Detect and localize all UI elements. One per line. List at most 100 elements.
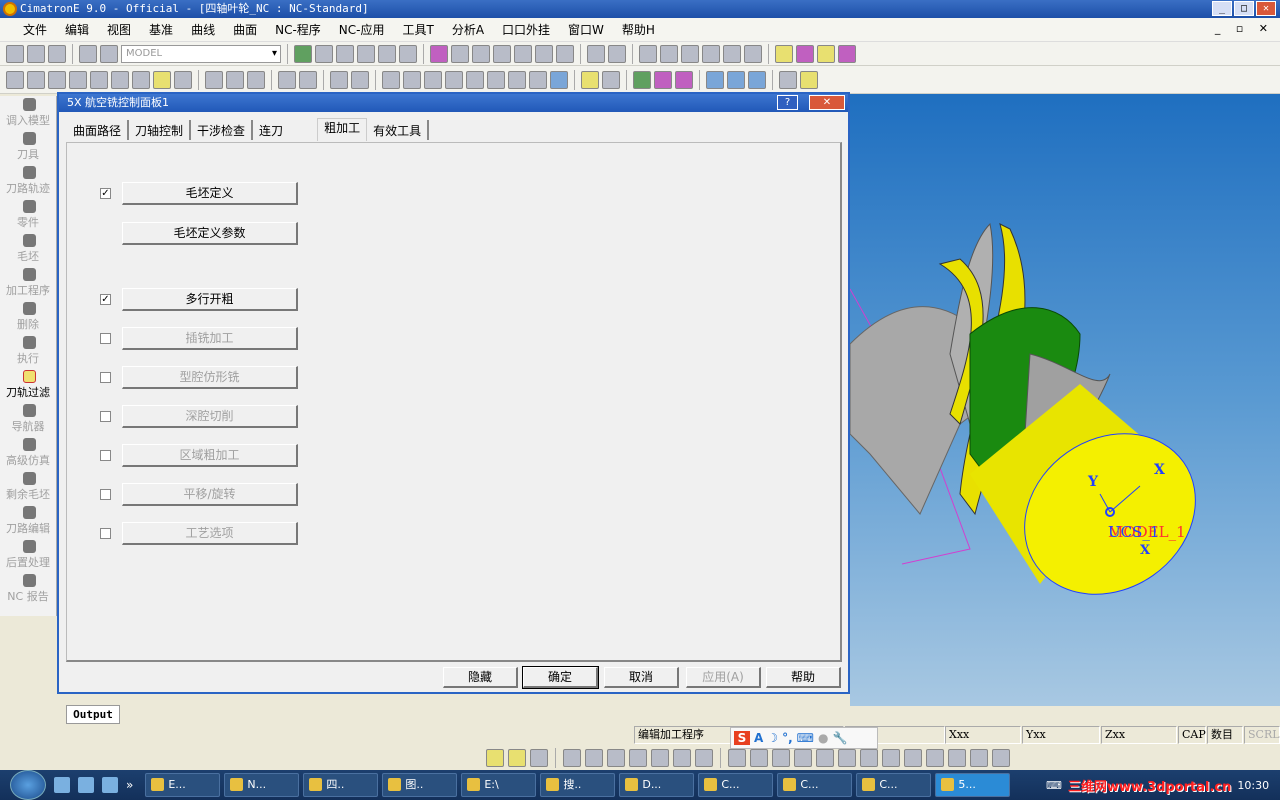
tab-links[interactable]: 连刀 [253, 120, 317, 140]
tab-utilities[interactable]: 有效工具 [367, 120, 430, 140]
open-icon[interactable] [27, 44, 45, 63]
material-icon[interactable] [796, 44, 814, 63]
taskbar-item[interactable]: N... [224, 773, 300, 797]
sidebar-item-toolpath-filter[interactable]: 刀轨过滤 [0, 368, 56, 402]
pan-icon[interactable] [378, 44, 396, 63]
surface-icon[interactable] [633, 70, 651, 89]
axis1-icon[interactable] [706, 70, 724, 89]
taskbar-item[interactable]: 四.. [303, 773, 379, 797]
sidebar-item-stock[interactable]: 毛坯 [0, 232, 56, 266]
zoom-fit-icon[interactable] [294, 44, 312, 63]
sidebar-item-nc-report[interactable]: NC 报告 [0, 572, 56, 606]
delete-pick-icon[interactable] [247, 70, 265, 89]
ok-button[interactable]: 确定 [522, 666, 599, 689]
sidebar-item-toolpath[interactable]: 刀路轨迹 [0, 164, 56, 198]
menu-nc-apply[interactable]: NC-应用 [330, 21, 394, 38]
view-bottom-icon[interactable] [514, 44, 532, 63]
sidebar-item-toolpath-edit[interactable]: 刀路编辑 [0, 504, 56, 538]
translate-rotate-checkbox[interactable] [100, 488, 111, 500]
area-roughing-checkbox[interactable] [100, 449, 111, 461]
model-combo[interactable]: MODEL [121, 44, 281, 63]
hide-icon[interactable] [530, 749, 548, 767]
sidebar-item-part[interactable]: 零件 [0, 198, 56, 232]
solid-icon[interactable] [654, 70, 672, 89]
snap-face-icon[interactable] [816, 749, 834, 767]
hidden-icon[interactable] [681, 44, 699, 63]
snap-cursor-icon[interactable] [926, 749, 944, 767]
sogou-icon[interactable]: S [734, 731, 750, 745]
moon-icon[interactable]: ☽ [767, 731, 778, 745]
punctuation-icon[interactable]: °, [782, 731, 793, 745]
menu-file[interactable]: 文件 [14, 21, 56, 38]
bulb-icon[interactable] [486, 749, 504, 767]
close-button[interactable]: ✕ [1256, 1, 1276, 16]
view-front-icon[interactable] [451, 44, 469, 63]
rotate-icon[interactable] [399, 44, 417, 63]
snap-intersect-icon[interactable] [838, 749, 856, 767]
multi-pass-roughing-button[interactable]: 多行开粗 [122, 287, 298, 311]
wire-icon[interactable] [660, 44, 678, 63]
dialog-close-button[interactable]: ✕ [809, 95, 845, 110]
color-icon[interactable] [775, 44, 793, 63]
media-quicklaunch-icon[interactable] [102, 777, 118, 793]
sets-icon[interactable] [817, 44, 835, 63]
sketch-icon[interactable] [581, 70, 599, 89]
object-icon[interactable] [651, 749, 669, 767]
sidebar-item-tool[interactable]: 刀具 [0, 130, 56, 164]
measure-icon[interactable] [330, 70, 348, 89]
nc-grid-icon[interactable] [174, 70, 192, 89]
view-left-icon[interactable] [535, 44, 553, 63]
menu-help[interactable]: 帮助H [613, 21, 664, 38]
attributes-icon[interactable] [838, 44, 856, 63]
help-button[interactable]: 帮助 [766, 667, 841, 688]
stock-definition-params-button[interactable]: 毛坯定义参数 [122, 221, 298, 245]
cube-table-icon[interactable] [695, 749, 713, 767]
bulb2-icon[interactable] [508, 749, 526, 767]
funnel-icon[interactable] [351, 70, 369, 89]
layer-icon[interactable] [79, 44, 97, 63]
taskbar-item[interactable]: C... [777, 773, 853, 797]
taskbar-item[interactable]: C... [698, 773, 774, 797]
minimize-button[interactable]: _ [1212, 1, 1232, 16]
menu-edit[interactable]: 编辑 [56, 21, 98, 38]
sidebar-item-load-model[interactable]: 调入模型 [0, 96, 56, 130]
snap-point-icon[interactable] [882, 749, 900, 767]
paint-icon[interactable] [800, 70, 818, 89]
menu-curve[interactable]: 曲线 [182, 21, 224, 38]
stock-definition-checkbox[interactable]: ✓ [100, 187, 111, 199]
menu-datum[interactable]: 基准 [140, 21, 182, 38]
nc-circle-icon[interactable] [90, 70, 108, 89]
nc-folder-icon[interactable] [153, 70, 171, 89]
quicklaunch-more[interactable]: » [126, 778, 133, 792]
start-button[interactable] [10, 770, 46, 800]
curve2-icon[interactable] [403, 70, 421, 89]
wrench-icon[interactable]: 🔧 [832, 731, 847, 745]
nc-calc-icon[interactable] [27, 70, 45, 89]
snap-curve-icon[interactable] [794, 749, 812, 767]
plunge-milling-checkbox[interactable] [100, 332, 111, 344]
multi-pass-roughing-checkbox[interactable]: ✓ [100, 293, 111, 305]
curve5-icon[interactable] [466, 70, 484, 89]
menu-plugins[interactable]: 口口外挂 [493, 21, 559, 38]
snap-axes-icon[interactable] [904, 749, 922, 767]
snap-box-icon[interactable] [948, 749, 966, 767]
view-right-icon[interactable] [556, 44, 574, 63]
render-icon[interactable] [587, 44, 605, 63]
sidebar-item-execute[interactable]: 执行 [0, 334, 56, 368]
nc-shape-icon[interactable] [132, 70, 150, 89]
axis2-icon[interactable] [727, 70, 745, 89]
magnify-icon[interactable] [357, 44, 375, 63]
curve8-icon[interactable] [529, 70, 547, 89]
dialog-help-button[interactable]: ? [777, 95, 798, 110]
process-options-checkbox[interactable] [100, 527, 111, 539]
taskbar-item[interactable]: C... [856, 773, 932, 797]
taskbar-item[interactable]: 搜.. [540, 773, 616, 797]
nc-table-icon[interactable] [48, 70, 66, 89]
menu-tools[interactable]: 工具T [393, 21, 442, 38]
ruler-icon[interactable] [629, 749, 647, 767]
show-desktop-icon[interactable] [54, 777, 70, 793]
taskbar-item[interactable]: 图.. [382, 773, 458, 797]
menu-surface[interactable]: 曲面 [224, 21, 266, 38]
graphics-viewport[interactable]: X Y MODEL_1 UCS_1 X [849, 94, 1280, 706]
sidebar-item-post[interactable]: 后置处理 [0, 538, 56, 572]
